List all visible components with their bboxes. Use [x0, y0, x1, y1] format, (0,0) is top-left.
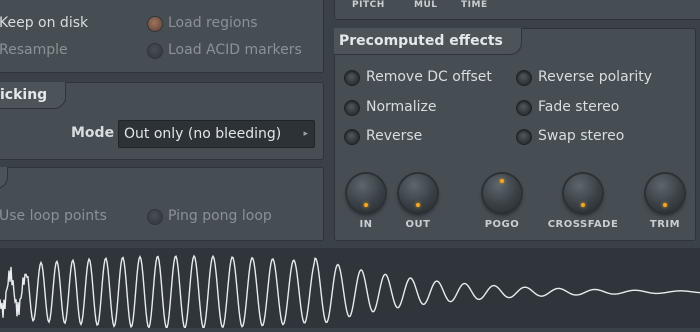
chevron-right-icon: ▸: [303, 129, 308, 139]
resample-label[interactable]: Resample: [0, 42, 68, 58]
reverse-radio[interactable]: [345, 130, 359, 144]
fade-stereo-radio[interactable]: [517, 101, 531, 115]
remove-dc-offset-radio[interactable]: [345, 71, 359, 85]
precomputed-effects-title: Precomputed effects: [334, 28, 522, 55]
ping-pong-loop-radio[interactable]: [148, 210, 162, 224]
swap-stereo-radio[interactable]: [517, 130, 531, 144]
out-knob-label: OUT: [405, 219, 431, 230]
knob-indicator-icon: [364, 203, 368, 207]
waveform-line: [0, 254, 700, 330]
loop-panel: Use loop points Ping pong loop: [0, 167, 324, 241]
reverse-polarity-label[interactable]: Reverse polarity: [538, 69, 652, 85]
load-regions-label[interactable]: Load regions: [168, 15, 258, 31]
fade-stereo-label[interactable]: Fade stereo: [538, 99, 619, 115]
crossfade-knob[interactable]: [564, 174, 602, 212]
keep-on-disk-label[interactable]: Keep on disk: [0, 15, 88, 31]
time-stretch-panel: PITCH MUL TIME: [334, 0, 700, 20]
declick-mode-select[interactable]: Out only (no bleeding) ▸: [118, 120, 315, 148]
time-knob-label: TIME: [461, 0, 488, 10]
declicking-panel: icking Mode Out only (no bleeding) ▸: [0, 82, 324, 160]
trim-knob[interactable]: [646, 174, 684, 212]
pogo-knob-label: POGO: [484, 219, 520, 230]
knob-indicator-icon: [663, 203, 667, 207]
reverse-label[interactable]: Reverse: [366, 128, 422, 144]
knob-indicator-icon: [500, 179, 504, 183]
use-loop-points-label[interactable]: Use loop points: [0, 208, 107, 224]
ping-pong-loop-label[interactable]: Ping pong loop: [168, 208, 272, 224]
declicking-title: icking: [0, 82, 67, 109]
load-options-panel: Keep on disk Load regions Resample Load …: [0, 0, 324, 73]
precomputed-effects-panel: Precomputed effects Remove DC offset Nor…: [334, 28, 696, 241]
crossfade-knob-label: CROSSFADE: [547, 219, 619, 230]
pogo-knob[interactable]: [483, 174, 521, 212]
normalize-label[interactable]: Normalize: [366, 99, 437, 115]
waveform-graph: [0, 254, 700, 330]
pitch-knob-label: PITCH: [352, 0, 385, 10]
reverse-polarity-radio[interactable]: [517, 71, 531, 85]
normalize-radio[interactable]: [345, 101, 359, 115]
out-knob[interactable]: [399, 174, 437, 212]
remove-dc-offset-label[interactable]: Remove DC offset: [366, 69, 492, 85]
waveform-display[interactable]: [0, 248, 700, 330]
swap-stereo-label[interactable]: Swap stereo: [538, 128, 624, 144]
load-acid-markers-label[interactable]: Load ACID markers: [168, 42, 302, 58]
mode-label: Mode: [71, 125, 115, 141]
knob-indicator-icon: [581, 203, 585, 207]
mul-knob-label: MUL: [414, 0, 438, 10]
load-acid-markers-radio[interactable]: [148, 44, 162, 58]
declick-mode-value: Out only (no bleeding): [124, 126, 282, 142]
trim-knob-label: TRIM: [649, 219, 681, 230]
in-knob[interactable]: [347, 174, 385, 212]
load-regions-radio[interactable]: [148, 17, 162, 31]
knob-indicator-icon: [416, 203, 420, 207]
loop-panel-title: [0, 167, 8, 189]
